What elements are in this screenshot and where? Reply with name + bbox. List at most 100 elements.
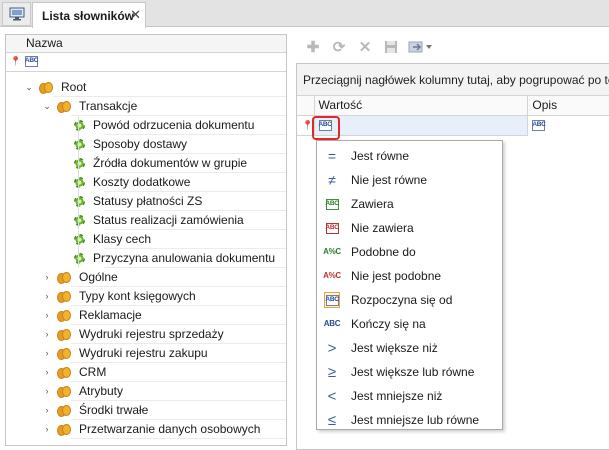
chevron-right-icon[interactable]: ›	[41, 268, 53, 287]
greater-icon: >	[327, 339, 337, 357]
row-indicator-header	[297, 96, 315, 115]
tree-item-label: Atrybuty	[79, 384, 124, 398]
tree-item-root[interactable]: ⌄ Root	[23, 78, 86, 97]
menu-item-label: Kończy się na	[351, 317, 426, 331]
tree-item-label: Powód odrzucenia dokumentu	[93, 118, 255, 132]
filter-cell-wartosc[interactable]: A BC	[315, 116, 529, 136]
tree-item-dictionary[interactable]: Źródła dokumentów w grupie	[74, 154, 247, 173]
chevron-right-icon[interactable]: ›	[41, 363, 53, 382]
menu-item-label: Nie jest podobne	[351, 269, 442, 283]
greater-equal-icon: ≥	[327, 363, 337, 381]
menu-item-contains[interactable]: A BC Zawiera	[317, 192, 502, 216]
coins-folder-icon	[57, 290, 73, 303]
highlight-box	[312, 116, 340, 140]
menu-item-begins-with[interactable]: A BC Rozpoczyna się od	[317, 288, 502, 312]
tree-filter-row[interactable]: 📍 A BC	[6, 53, 286, 72]
row-separator	[71, 438, 286, 439]
tree-column-header[interactable]: Nazwa	[6, 35, 286, 53]
coins-folder-icon	[57, 309, 73, 322]
grid-filter-row: 📍 A BC A BC	[297, 116, 609, 136]
row-separator	[104, 267, 286, 268]
tree-item-label: Koszty dodatkowe	[93, 175, 191, 189]
coins-folder-icon	[39, 81, 55, 94]
chevron-right-icon[interactable]: ›	[41, 287, 53, 306]
tree-item-dictionary[interactable]: Powód odrzucenia dokumentu	[74, 116, 254, 135]
dictionary-gear-icon	[74, 215, 85, 226]
tree-item-label: Przyczyna anulowania dokumentu	[93, 251, 276, 265]
export-icon[interactable]	[404, 37, 438, 57]
dictionary-tree: Nazwa 📍 A BC ⌄ Root ⌄ Transakcje Powód odrzuc…	[5, 34, 287, 446]
column-header-wartosc[interactable]: Wartość	[315, 96, 529, 116]
menu-item-label: Jest równe	[351, 149, 410, 163]
chevron-right-icon[interactable]: ›	[41, 382, 53, 401]
tree-item-transakcje[interactable]: ⌄ Transakcje	[41, 97, 137, 116]
tree-item-dictionary[interactable]: Koszty dodatkowe	[74, 173, 190, 192]
coins-folder-icon	[57, 100, 73, 113]
tree-item-group[interactable]: › CRM	[41, 363, 107, 382]
coins-folder-icon	[57, 271, 73, 284]
chevron-right-icon[interactable]: ›	[41, 325, 53, 344]
menu-item-ends-with[interactable]: ABC Kończy się na	[317, 312, 502, 336]
menu-item-less-equal[interactable]: ≤ Jest mniejsze lub równe	[317, 408, 502, 432]
filter-operator-menu: = Jest równe ≠ Nie jest równe A BC Zawiera A BC N…	[316, 140, 503, 430]
filter-cell-opis[interactable]: A BC	[528, 116, 609, 136]
tab-lista-slownikow[interactable]: Lista słowników ✕	[32, 2, 146, 28]
like-icon: A%C	[323, 246, 341, 258]
tree-item-label: Root	[61, 80, 87, 94]
chevron-right-icon[interactable]: ›	[41, 344, 53, 363]
menu-item-label: Jest mniejsze niż	[351, 389, 443, 403]
tree-item-group[interactable]: › Ogólne	[41, 268, 118, 287]
group-by-hint[interactable]: Przeciągnij nagłówek kolumny tutaj, aby …	[297, 64, 609, 96]
menu-item-greater[interactable]: > Jest większe niż	[317, 336, 502, 360]
tree-item-group[interactable]: › Typy kont księgowych	[41, 287, 196, 306]
coins-folder-icon	[57, 347, 73, 360]
chevron-down-icon[interactable]: ⌄	[41, 97, 53, 116]
tree-item-label: Reklamacje	[79, 308, 142, 322]
tree-item-label: CRM	[79, 365, 107, 379]
tree-item-label: Wydruki rejestru sprzedaży	[79, 327, 224, 341]
tree-item-dictionary[interactable]: Statusy płatności ZS	[74, 192, 202, 211]
chevron-down-icon[interactable]: ⌄	[23, 78, 35, 97]
tree-item-dictionary[interactable]: Status realizacji zamówienia	[74, 211, 244, 230]
tree-item-group[interactable]: › Środki trwałe	[41, 401, 149, 420]
menu-item-not-like[interactable]: A%C Nie jest podobne	[317, 264, 502, 288]
coins-folder-icon	[57, 366, 73, 379]
tree-item-dictionary[interactable]: Sposoby dostawy	[74, 135, 187, 154]
menu-item-equals[interactable]: = Jest równe	[317, 144, 502, 168]
refresh-icon[interactable]: ⟳	[326, 37, 352, 57]
tree-item-group[interactable]: › Wydruki rejestru zakupu	[41, 344, 208, 363]
dictionary-gear-icon	[74, 120, 85, 131]
filter-operator-icon[interactable]: A BC	[532, 120, 546, 131]
chevron-right-icon[interactable]: ›	[41, 306, 53, 325]
column-header-opis[interactable]: Opis	[528, 96, 609, 116]
dictionary-gear-icon	[74, 253, 85, 264]
tree-item-label: Status realizacji zamówienia	[93, 213, 244, 227]
menu-item-not-equal[interactable]: ≠ Nie jest równe	[317, 168, 502, 192]
tree-item-group[interactable]: › Atrybuty	[41, 382, 124, 401]
monitor-icon[interactable]	[2, 2, 31, 26]
tree-item-group[interactable]: › Wydruki rejestru sprzedaży	[41, 325, 224, 344]
save-icon[interactable]	[378, 37, 404, 57]
coins-folder-icon	[57, 404, 73, 417]
menu-item-like[interactable]: A%C Podobne do	[317, 240, 502, 264]
menu-item-greater-equal[interactable]: ≥ Jest większe lub równe	[317, 360, 502, 384]
tree-item-dictionary[interactable]: Klasy cech	[74, 230, 151, 249]
menu-item-not-contains[interactable]: A BC Nie zawiera	[317, 216, 502, 240]
tree-item-group[interactable]: › Reklamacje	[41, 306, 142, 325]
tree-item-group[interactable]: › Przetwarzanie danych osobowych	[41, 420, 261, 439]
chevron-right-icon[interactable]: ›	[41, 420, 53, 439]
delete-icon[interactable]: ✕	[352, 37, 378, 57]
menu-item-label: Nie jest równe	[351, 173, 428, 187]
tree-item-dictionary[interactable]: Przyczyna anulowania dokumentu	[74, 249, 275, 268]
tree-guide-line	[78, 116, 79, 268]
add-icon[interactable]: ✚	[300, 37, 326, 57]
close-icon[interactable]: ✕	[130, 7, 141, 23]
dictionary-gear-icon	[74, 139, 85, 150]
abc-filter-icon[interactable]: A BC	[25, 56, 38, 67]
tree-item-label: Statusy płatności ZS	[93, 194, 203, 208]
menu-item-less[interactable]: < Jest mniejsze niż	[317, 384, 502, 408]
tree-item-label: Przetwarzanie danych osobowych	[79, 422, 261, 436]
not-equal-icon: ≠	[328, 172, 336, 188]
menu-item-label: Jest większe lub równe	[351, 365, 475, 379]
chevron-right-icon[interactable]: ›	[41, 401, 53, 420]
